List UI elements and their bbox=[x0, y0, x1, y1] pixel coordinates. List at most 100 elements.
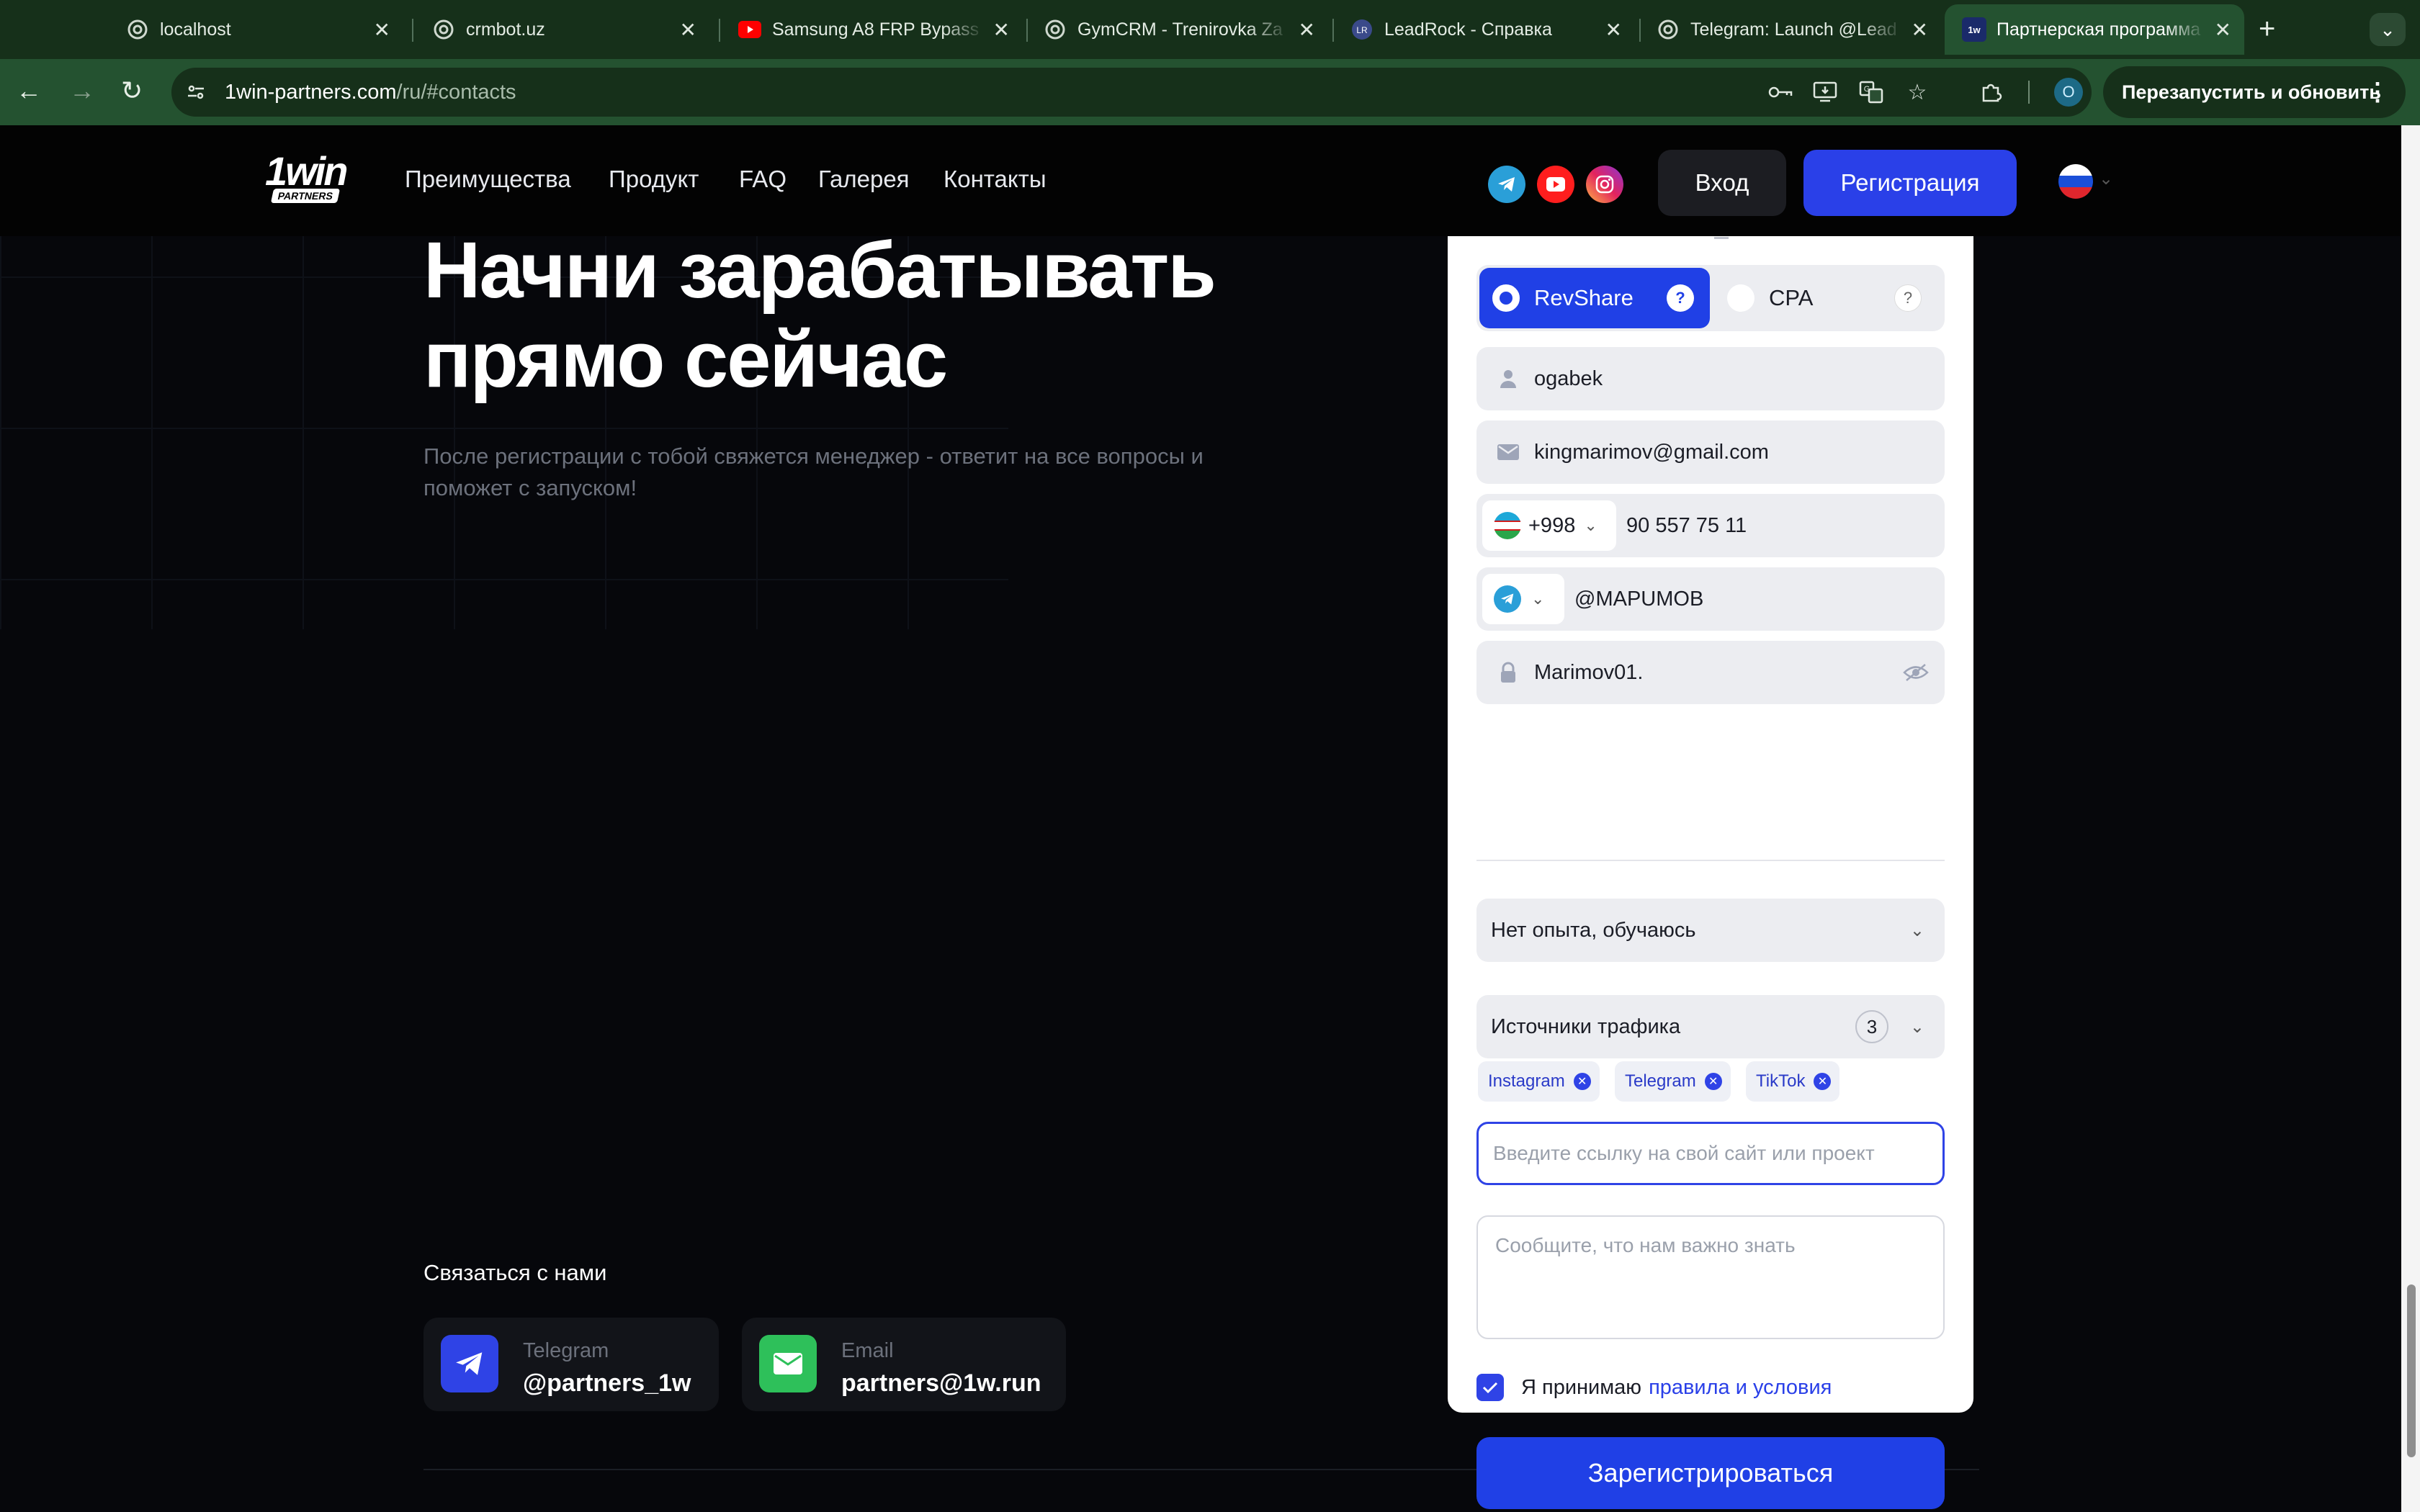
svg-text:G: G bbox=[1864, 85, 1870, 94]
url-text: 1win-partners.com/ru/#contacts bbox=[225, 81, 516, 104]
forward-arrow-icon[interactable]: → bbox=[69, 75, 95, 107]
tab-leadrock[interactable]: LR LeadRock - Справка ✕ bbox=[1332, 4, 1635, 55]
globe-icon bbox=[431, 17, 456, 42]
email-value: kingmarimov@gmail.com bbox=[1534, 440, 1769, 464]
1win-icon: 1w bbox=[1962, 17, 1986, 42]
tab-localhost[interactable]: localhost ✕ bbox=[108, 4, 403, 55]
close-tab-icon[interactable]: ✕ bbox=[1912, 18, 1928, 42]
tab-telegram[interactable]: Telegram: Launch @Lead ✕ bbox=[1639, 4, 1941, 55]
remove-chip-icon[interactable]: ✕ bbox=[1704, 1073, 1722, 1090]
remove-chip-icon[interactable]: ✕ bbox=[1814, 1073, 1832, 1090]
extensions-puzzle-icon[interactable] bbox=[1976, 78, 2005, 107]
address-bar[interactable]: 1win-partners.com/ru/#contacts bbox=[171, 68, 2092, 117]
chevron-down-icon: ⌄ bbox=[1531, 590, 1545, 608]
help-question-icon[interactable]: ? bbox=[1894, 284, 1922, 312]
help-question-icon[interactable]: ? bbox=[1667, 284, 1694, 312]
profile-avatar[interactable]: O bbox=[2054, 78, 2083, 107]
cpa-label: CPA bbox=[1769, 285, 1814, 310]
terms-link[interactable]: правила и условия bbox=[1649, 1376, 1832, 1400]
contact-card-telegram[interactable]: Telegram @partners_1w bbox=[424, 1318, 719, 1411]
nav-contacts[interactable]: Контакты bbox=[944, 166, 1047, 193]
back-arrow-icon[interactable]: ← bbox=[16, 75, 42, 107]
comment-textarea[interactable]: Сообщите, что нам важно знать bbox=[1476, 1215, 1945, 1339]
scrollbar-thumb[interactable] bbox=[2407, 1284, 2416, 1457]
close-tab-icon[interactable]: ✕ bbox=[993, 18, 1010, 42]
site-info-icon[interactable] bbox=[182, 78, 210, 107]
restart-update-label: Перезапустить и обновить bbox=[2122, 81, 2381, 103]
register-submit-button[interactable]: Зарегистрироваться bbox=[1476, 1437, 1945, 1509]
globe-icon bbox=[1656, 17, 1680, 42]
messenger-field: ⌄ @MAPUMOB bbox=[1476, 567, 1945, 631]
name-field[interactable]: ogabek bbox=[1476, 347, 1945, 410]
close-tab-icon[interactable]: ✕ bbox=[1605, 18, 1622, 42]
new-tab-button[interactable]: + bbox=[2259, 13, 2275, 45]
telegram-icon bbox=[441, 1335, 498, 1392]
contact-label: Telegram bbox=[523, 1339, 609, 1362]
1win-partners-logo[interactable]: 1win PARTNERS bbox=[265, 151, 357, 203]
tab-gymcrm[interactable]: GymCRM - Trenirovka Za ✕ bbox=[1026, 4, 1328, 55]
bookmark-star-icon[interactable]: ☆ bbox=[1903, 78, 1932, 107]
revshare-label: RevShare bbox=[1534, 285, 1634, 310]
chevron-down-icon: ⌄ bbox=[1909, 920, 1924, 940]
project-link-input[interactable]: Введите ссылку на свой сайт или проект bbox=[1476, 1122, 1945, 1185]
remove-chip-icon[interactable]: ✕ bbox=[1573, 1073, 1591, 1090]
country-code-select[interactable]: +998 ⌄ bbox=[1482, 500, 1616, 551]
experience-select[interactable]: Нет опыта, обучаюсь ⌄ bbox=[1476, 899, 1945, 962]
hero-subtitle: После регистрации с тобой свяжется менед… bbox=[424, 444, 1204, 500]
translate-icon[interactable]: G bbox=[1857, 78, 1886, 107]
envelope-icon bbox=[1491, 435, 1525, 469]
country-code: +998 bbox=[1528, 513, 1576, 537]
tab-crmbot[interactable]: crmbot.uz ✕ bbox=[414, 4, 709, 55]
messenger-select[interactable]: ⌄ bbox=[1482, 574, 1564, 624]
url-host: 1win-partners.com bbox=[225, 80, 397, 104]
password-field[interactable]: Marimov01. bbox=[1476, 641, 1945, 704]
instagram-icon[interactable] bbox=[1586, 166, 1623, 203]
telegram-icon bbox=[1494, 585, 1521, 613]
close-tab-icon[interactable]: ✕ bbox=[1299, 18, 1315, 42]
chevron-down-icon: ⌄ bbox=[1909, 1017, 1924, 1037]
traffic-sources-select[interactable]: Источники трафика 3 ⌄ bbox=[1476, 995, 1945, 1058]
globe-icon bbox=[1043, 17, 1067, 42]
page-viewport: 1win PARTNERS Преимущества Продукт FAQ Г… bbox=[0, 125, 2401, 1512]
email-field[interactable]: kingmarimov@gmail.com bbox=[1476, 420, 1945, 484]
chevron-down-icon[interactable]: ⌄ bbox=[2099, 168, 2113, 189]
install-app-icon[interactable] bbox=[1811, 78, 1839, 107]
login-button[interactable]: Вход bbox=[1658, 150, 1786, 216]
russia-flag-icon[interactable] bbox=[2058, 164, 2093, 199]
register-header-button[interactable]: Регистрация bbox=[1803, 150, 2017, 216]
password-key-icon[interactable] bbox=[1766, 78, 1795, 107]
traffic-sources-label: Источники трафика bbox=[1491, 1014, 1681, 1038]
messenger-value[interactable]: @MAPUMOB bbox=[1574, 588, 1703, 611]
chip-tiktok: TikTok ✕ bbox=[1746, 1061, 1840, 1102]
close-tab-icon[interactable]: ✕ bbox=[680, 18, 696, 42]
page-scrollbar[interactable] bbox=[2401, 125, 2420, 1512]
tab-partner-program-active[interactable]: 1w Партнерская программа ✕ bbox=[1945, 4, 2244, 55]
svg-text:LR: LR bbox=[1356, 25, 1368, 35]
terms-text: Я принимаю bbox=[1521, 1375, 1642, 1399]
revshare-option[interactable]: RevShare ? bbox=[1479, 268, 1710, 328]
chip-label: Instagram bbox=[1488, 1071, 1565, 1091]
phone-number[interactable]: 90 557 75 11 bbox=[1626, 514, 1747, 538]
tab-search-button[interactable]: ⌄ bbox=[2370, 13, 2406, 46]
name-value: ogabek bbox=[1534, 366, 1603, 390]
cpa-option[interactable]: CPA ? bbox=[1714, 268, 1942, 328]
chip-label: Telegram bbox=[1625, 1071, 1696, 1091]
contact-card-email[interactable]: Email partners@1w.run bbox=[742, 1318, 1066, 1411]
nav-faq[interactable]: FAQ bbox=[739, 166, 786, 193]
nav-advantages[interactable]: Преимущества bbox=[405, 166, 571, 193]
nav-product[interactable]: Продукт bbox=[609, 166, 699, 193]
user-icon bbox=[1491, 361, 1525, 396]
telegram-icon[interactable] bbox=[1488, 166, 1525, 203]
tab-youtube-samsung[interactable]: Samsung A8 FRP Bypass ✕ bbox=[720, 4, 1023, 55]
close-tab-icon[interactable]: ✕ bbox=[374, 18, 390, 42]
terms-checkbox[interactable] bbox=[1476, 1374, 1504, 1401]
close-tab-icon[interactable]: ✕ bbox=[2215, 18, 2231, 42]
lock-icon bbox=[1491, 655, 1525, 690]
page-title: Начни зарабатывать прямо сейчас bbox=[424, 226, 1360, 405]
kebab-menu-icon[interactable]: ⋮ bbox=[2365, 78, 2390, 107]
youtube-icon[interactable] bbox=[1537, 166, 1574, 203]
restart-update-button[interactable]: Перезапустить и обновить ⋮ bbox=[2103, 66, 2406, 118]
reload-icon[interactable]: ↻ bbox=[121, 75, 143, 107]
eye-hidden-icon[interactable] bbox=[1901, 658, 1930, 687]
nav-gallery[interactable]: Галерея bbox=[818, 166, 910, 193]
